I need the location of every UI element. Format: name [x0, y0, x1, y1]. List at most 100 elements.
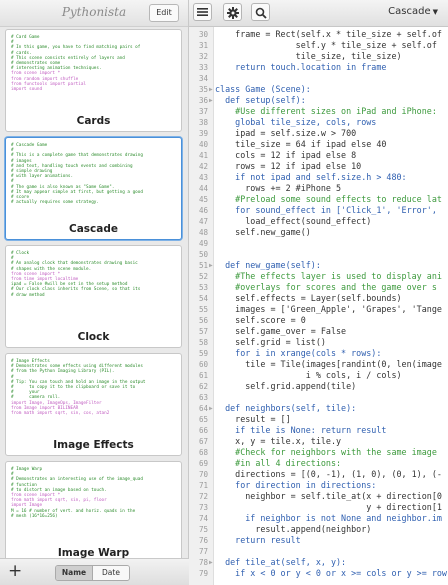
- code-line[interactable]: 34: [189, 73, 448, 84]
- sort-by-date-button[interactable]: Date: [92, 566, 129, 580]
- script-card-image-effects[interactable]: # Image Effects # Demonstrates some effec…: [5, 353, 182, 456]
- code-text: images = ['Green_Apple', 'Grapes', 'Tang…: [215, 304, 442, 314]
- code-text: if neighbor is not None and neighbor.im: [215, 513, 442, 523]
- code-line[interactable]: 67 x, y = tile.x, tile.y: [189, 436, 448, 447]
- code-line[interactable]: 60 tile = Tile(images[randint(0, len(ima…: [189, 359, 448, 370]
- code-line[interactable]: 59 for i in xrange(cols * rows):: [189, 348, 448, 359]
- code-text: class Game (Scene):: [215, 84, 311, 94]
- code-line[interactable]: 75 result.append(neighbor): [189, 524, 448, 535]
- code-line[interactable]: 52 #The effects layer is used to display…: [189, 271, 448, 282]
- code-line[interactable]: 74 if neighbor is not None and neighbor.…: [189, 513, 448, 524]
- line-number: 75: [198, 525, 208, 534]
- code-line[interactable]: 48 self.new_game(): [189, 227, 448, 238]
- fold-arrow-icon[interactable]: ▶: [209, 403, 213, 414]
- code-line[interactable]: 55 images = ['Green_Apple', 'Grapes', 'T…: [189, 304, 448, 315]
- file-title-menu[interactable]: Cascade ▼: [388, 6, 438, 17]
- code-line[interactable]: 73 y + direction[1: [189, 502, 448, 513]
- line-number: 48: [198, 228, 208, 237]
- code-line[interactable]: 57 self.game_over = False: [189, 326, 448, 337]
- edit-button[interactable]: Edit: [149, 4, 179, 22]
- code-line[interactable]: 31 self.y * tile_size + self.of: [189, 40, 448, 51]
- code-preview-line: # mesh (16*16=256): [11, 513, 58, 519]
- script-card-image-warp[interactable]: # Image Warp # # Demonstrates an interesti…: [5, 461, 182, 559]
- script-list[interactable]: # Card Game # # In this game, you have to …: [0, 27, 189, 559]
- sort-segmented-control: Name Date: [55, 565, 130, 581]
- line-number: 63: [198, 393, 208, 402]
- code-line[interactable]: 33 return touch.location in frame: [189, 62, 448, 73]
- code-line[interactable]: 65 result = []: [189, 414, 448, 425]
- code-line[interactable]: 66 if tile is None: return result: [189, 425, 448, 436]
- card-title: Cards: [76, 115, 111, 127]
- line-number: 34: [198, 74, 208, 83]
- code-line[interactable]: 76 return result: [189, 535, 448, 546]
- code-area[interactable]: 30 frame = Rect(self.x * tile_size + sel…: [189, 27, 448, 585]
- settings-button[interactable]: [223, 3, 242, 21]
- code-preview-line: # actually requires some strategy.: [11, 200, 99, 206]
- code-line[interactable]: 64 ▶ def neighbors(self, tile):: [189, 403, 448, 414]
- code-line[interactable]: 38 global tile_size, cols, rows: [189, 117, 448, 128]
- add-script-button[interactable]: +: [8, 561, 22, 581]
- code-line[interactable]: 58 self.grid = list(): [189, 337, 448, 348]
- code-line[interactable]: 68 #Check for neighbors with the same im…: [189, 447, 448, 458]
- code-line[interactable]: 32 tile_size, tile_size): [189, 51, 448, 62]
- code-line[interactable]: 61 i % cols, i / cols): [189, 370, 448, 381]
- code-line[interactable]: 51 ▶ def new_game(self):: [189, 260, 448, 271]
- code-text: result = []: [215, 414, 291, 424]
- code-line[interactable]: 79 if x < 0 or y < 0 or x >= cols or y >…: [189, 568, 448, 579]
- fold-arrow-icon[interactable]: ▶: [209, 84, 213, 95]
- code-line[interactable]: 30 frame = Rect(self.x * tile_size + sel…: [189, 29, 448, 40]
- code-line[interactable]: 40 tile_size = 64 if ipad else 40: [189, 139, 448, 150]
- code-text: #The effects layer is used to display an…: [215, 271, 442, 281]
- code-line[interactable]: 69 #in all 4 directions:: [189, 458, 448, 469]
- line-number: 44: [198, 184, 208, 193]
- code-line[interactable]: 54 self.effects = Layer(self.bounds): [189, 293, 448, 304]
- menu-button[interactable]: [193, 3, 212, 21]
- code-line[interactable]: 44 rows += 2 #iPhone 5: [189, 183, 448, 194]
- code-line[interactable]: 71 for direction in directions:: [189, 480, 448, 491]
- code-line[interactable]: 70 directions = [(0, -1), (1, 0), (0, 1)…: [189, 469, 448, 480]
- code-text: result.append(neighbor): [215, 524, 372, 534]
- code-line[interactable]: 47 load_effect(sound_effect): [189, 216, 448, 227]
- code-text: #Use different sizes on iPad and iPhone:: [215, 106, 437, 116]
- fold-arrow-icon[interactable]: ▶: [209, 260, 213, 271]
- line-number: 32: [198, 52, 208, 61]
- script-card-cascade[interactable]: # Cascade Game # # This is a complete game…: [5, 137, 182, 240]
- code-line[interactable]: 56 self.score = 0: [189, 315, 448, 326]
- code-line[interactable]: 63: [189, 392, 448, 403]
- code-text: #overlays for scores and the game over s: [215, 282, 437, 292]
- code-line[interactable]: 35 ▶ class Game (Scene):: [189, 84, 448, 95]
- fold-arrow-icon[interactable]: ▶: [209, 557, 213, 568]
- code-line[interactable]: 41 cols = 12 if ipad else 8: [189, 150, 448, 161]
- line-number: 45: [198, 195, 208, 204]
- code-line[interactable]: 46 for sound_effect in ['Click_1', 'Erro…: [189, 205, 448, 216]
- line-number: 49: [198, 239, 208, 248]
- code-text: self.game_over = False: [215, 326, 347, 336]
- code-line[interactable]: 77: [189, 546, 448, 557]
- code-line[interactable]: 45 #Preload some sound effects to reduce…: [189, 194, 448, 205]
- code-line[interactable]: 62 self.grid.append(tile): [189, 381, 448, 392]
- sort-by-name-button[interactable]: Name: [56, 566, 92, 580]
- code-line[interactable]: 50: [189, 249, 448, 260]
- code-text: return touch.location in frame: [215, 62, 387, 72]
- code-editor[interactable]: Cascade ▼ 30 frame = Rect(self.x * tile_s…: [189, 0, 448, 585]
- script-card-cards[interactable]: # Card Game # # In this game, you have to …: [5, 29, 182, 132]
- code-text: for direction in directions:: [215, 480, 377, 490]
- search-button[interactable]: [251, 3, 270, 21]
- code-line[interactable]: 78 ▶ def tile_at(self, x, y):: [189, 557, 448, 568]
- line-number: 52: [198, 272, 208, 281]
- code-line[interactable]: 37 #Use different sizes on iPad and iPho…: [189, 106, 448, 117]
- gear-icon: [227, 7, 239, 19]
- code-line[interactable]: 49: [189, 238, 448, 249]
- code-line[interactable]: 36 ▶ def setup(self):: [189, 95, 448, 106]
- code-line[interactable]: 72 neighbor = self.tile_at(x + direction…: [189, 491, 448, 502]
- fold-arrow-icon[interactable]: ▶: [209, 95, 213, 106]
- line-number: 79: [198, 569, 208, 578]
- code-line[interactable]: 39 ipad = self.size.w > 700: [189, 128, 448, 139]
- code-text: self.new_game(): [215, 227, 311, 237]
- script-card-clock[interactable]: # Clock # # An analog clock that demonstra…: [5, 245, 182, 348]
- code-line[interactable]: 53 #overlays for scores and the game ove…: [189, 282, 448, 293]
- code-line[interactable]: 42 rows = 12 if ipad else 10: [189, 161, 448, 172]
- code-text: ipad = self.size.w > 700: [215, 128, 357, 138]
- code-line[interactable]: 43 if not ipad and self.size.h > 480:: [189, 172, 448, 183]
- code-text: neighbor = self.tile_at(x + direction[0: [215, 491, 442, 501]
